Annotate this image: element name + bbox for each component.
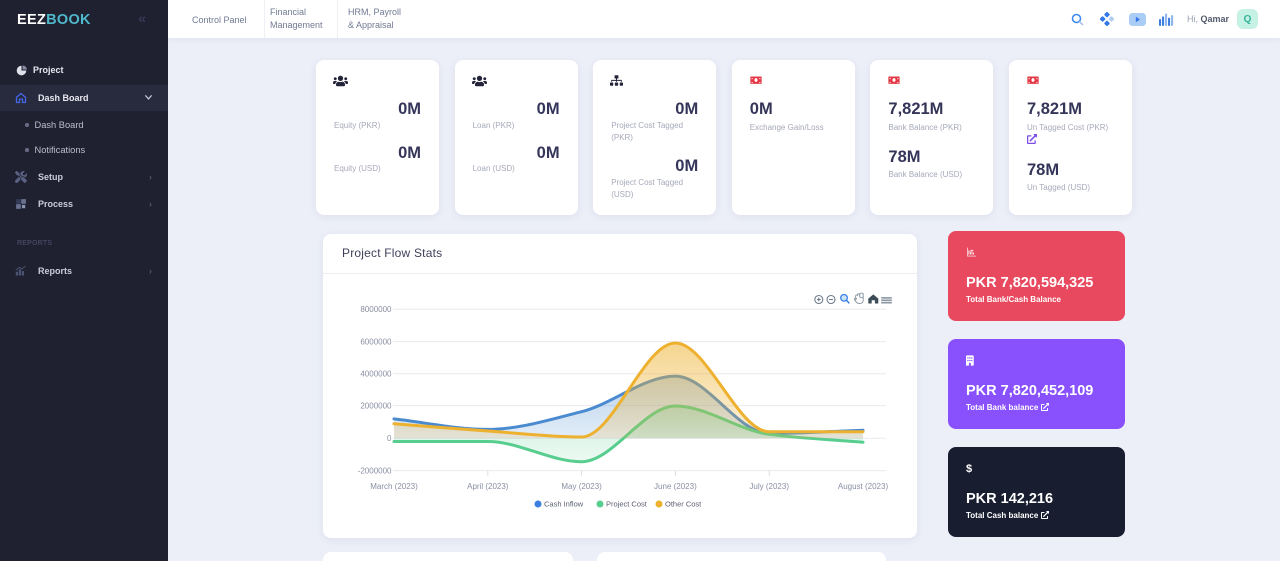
svg-text:May (2023): May (2023) — [561, 482, 602, 491]
svg-text:August (2023): August (2023) — [838, 482, 889, 491]
svg-text:-2000000: -2000000 — [358, 466, 392, 475]
svg-text:April (2023): April (2023) — [467, 482, 509, 491]
svg-text:Cash Inflow: Cash Inflow — [544, 500, 584, 509]
svg-text:March (2023): March (2023) — [370, 482, 418, 491]
svg-text:4000000: 4000000 — [360, 370, 392, 379]
svg-text:2000000: 2000000 — [360, 401, 392, 410]
svg-text:June (2023): June (2023) — [654, 482, 697, 491]
svg-text:0: 0 — [387, 434, 392, 443]
svg-text:July (2023): July (2023) — [749, 482, 789, 491]
svg-text:6000000: 6000000 — [360, 337, 392, 346]
svg-text:Other Cost: Other Cost — [665, 500, 702, 509]
svg-text:Project Cost: Project Cost — [606, 500, 648, 509]
svg-text:8000000: 8000000 — [360, 305, 392, 314]
